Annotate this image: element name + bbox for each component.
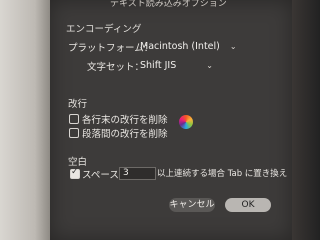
tab-replace-label: 以上連続する場合 Tab に置き換え: [157, 169, 288, 179]
chevron-down-icon: ⌄: [206, 60, 213, 70]
chevron-down-icon: ⌄: [229, 41, 237, 51]
monitor-bezel: [0, 0, 50, 240]
charset-label: 文字セット：: [87, 62, 145, 73]
spaces-count-input[interactable]: 3: [119, 167, 156, 180]
busy-spinner-icon: [179, 115, 193, 129]
cancel-button[interactable]: キャンセル: [169, 198, 215, 212]
replace-spaces-checkbox[interactable]: [70, 167, 80, 179]
remove-para-label[interactable]: 段落間の改行を削除: [82, 126, 168, 140]
remove-line-end-label[interactable]: 各行末の改行を削除: [82, 112, 168, 126]
whitespace-heading: 空白: [68, 157, 88, 168]
ok-button[interactable]: OK: [225, 198, 271, 212]
dialog-title: テキスト読み込みオプション: [110, 0, 227, 9]
remove-line-end-checkbox[interactable]: [69, 114, 79, 124]
platform-value: Macintosh (Intel): [140, 40, 220, 52]
monitor-edge: [292, 0, 320, 240]
linebreak-heading: 改行: [68, 99, 88, 110]
charset-select[interactable]: Shift JIS ⌄: [140, 59, 213, 71]
charset-value: Shift JIS: [140, 59, 177, 71]
remove-para-checkbox[interactable]: [69, 128, 79, 138]
platform-select[interactable]: Macintosh (Intel) ⌄: [140, 40, 237, 52]
encoding-heading: エンコーディング: [66, 24, 142, 35]
